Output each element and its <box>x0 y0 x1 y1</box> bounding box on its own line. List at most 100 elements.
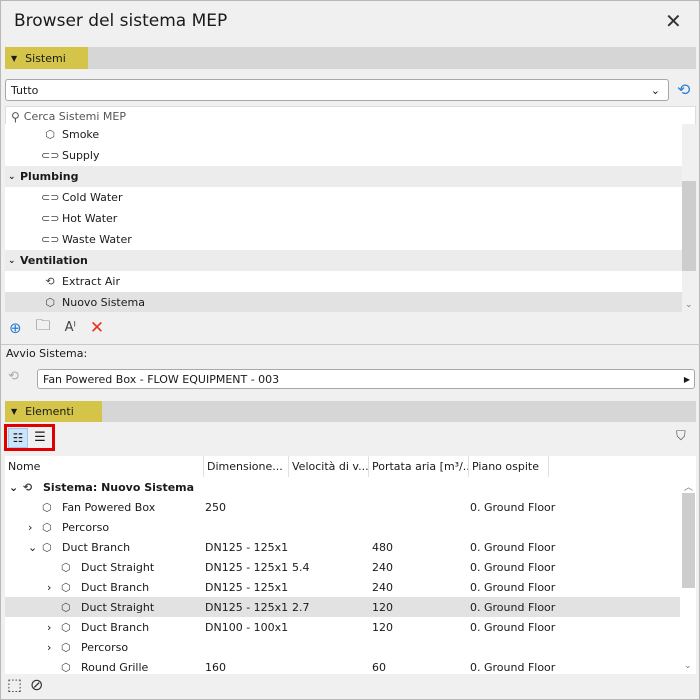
system-group[interactable]: ⌄ Ventilation <box>5 250 682 271</box>
duct-system-icon: ⬡ <box>45 128 55 141</box>
chevron-down-icon: ⌄ <box>8 255 16 266</box>
expand-open-icon[interactable]: ⌄ <box>9 481 23 494</box>
expand-closed-icon[interactable]: › <box>47 641 61 654</box>
cell-name: Fan Powered Box <box>62 500 156 514</box>
system-link-icon[interactable]: ⟲ <box>677 80 690 99</box>
pipe-system-icon: ⊂⊃ <box>41 191 60 204</box>
search-icon: ⚲ <box>11 109 20 124</box>
system-link-icon: ⟲ <box>23 480 33 494</box>
new-folder-icon[interactable]: 🗀 <box>36 315 51 340</box>
cell-piano: 0. Ground Floor <box>470 500 556 514</box>
column-header-portata[interactable]: Portata aria [m³/... <box>369 456 469 477</box>
column-header-nome[interactable]: Nome <box>5 456 204 477</box>
list-view-icon[interactable]: ☰ <box>30 428 50 448</box>
pipe-system-icon: ⊂⊃ <box>41 233 60 246</box>
chevron-down-icon: ⌄ <box>650 83 660 97</box>
system-label: Extract Air <box>62 275 120 288</box>
expand-closed-icon[interactable]: › <box>28 521 42 534</box>
column-header-velocita[interactable]: Velocità di v... <box>289 456 369 477</box>
table-row[interactable]: ⌄ ⬡ Duct Branch DN125 - 125x1 480 0. Gro… <box>5 537 680 557</box>
cell-velocita: 2.7 <box>292 600 310 614</box>
expand-closed-icon[interactable]: › <box>47 621 61 634</box>
close-icon[interactable]: ✕ <box>665 9 682 33</box>
add-system-icon[interactable]: ⊕ <box>9 319 22 337</box>
system-item[interactable]: ⬡ Nuovo Sistema <box>5 292 682 312</box>
elements-scrollbar[interactable]: ︿ ⌄ <box>680 477 696 674</box>
cell-piano: 0. Ground Floor <box>470 660 556 674</box>
rename-icon[interactable]: Aᴵ <box>65 320 76 335</box>
cell-portata: 240 <box>372 580 393 594</box>
pipe-system-icon: ⊂⊃ <box>41 149 60 162</box>
element-icon: ⬡ <box>42 500 52 514</box>
system-label: Cold Water <box>62 191 123 204</box>
elementi-header-label: Elementi <box>25 405 74 418</box>
delete-icon[interactable]: ✕ <box>90 318 104 338</box>
cell-portata: 120 <box>372 620 393 634</box>
system-label: Hot Water <box>62 212 118 225</box>
collapse-triangle-icon: ▼ <box>11 407 18 416</box>
cell-piano: 0. Ground Floor <box>470 600 556 614</box>
system-item[interactable]: ⟲ Extract Air <box>5 271 682 292</box>
table-row[interactable]: ⬡ Fan Powered Box 250 0. Ground Floor <box>5 497 680 517</box>
element-icon: ⬡ <box>61 560 71 574</box>
table-row[interactable]: ⬡ Duct Straight DN125 - 125x1 5.4 240 0.… <box>5 557 680 577</box>
element-icon: ⬡ <box>61 600 71 614</box>
system-label: Smoke <box>62 128 100 141</box>
element-icon: ⬡ <box>61 580 71 594</box>
cell-portata: 240 <box>372 560 393 574</box>
column-header-piano[interactable]: Piano ospite <box>469 456 549 477</box>
tree-view-icon[interactable]: ☷ <box>8 427 28 448</box>
group-label: Ventilation <box>20 254 88 267</box>
cell-piano: 0. Ground Floor <box>470 560 556 574</box>
cell-name: Duct Branch <box>81 620 150 634</box>
avvio-label: Avvio Sistema: <box>6 347 88 360</box>
system-item[interactable]: ⊂⊃ Supply <box>5 145 682 166</box>
column-header-dimensione[interactable]: Dimensione... <box>204 456 289 477</box>
cell-portata: 120 <box>372 600 393 614</box>
elementi-section-header[interactable]: ▼ Elementi <box>5 401 696 422</box>
table-row[interactable]: › ⬡ Duct Branch DN100 - 100x1 120 0. Gro… <box>5 617 680 637</box>
expand-closed-icon[interactable]: › <box>47 581 61 594</box>
cell-piano: 0. Ground Floor <box>470 580 556 594</box>
chevron-down-icon: ⌄ <box>8 171 16 182</box>
pipe-system-icon: ⊂⊃ <box>41 212 60 225</box>
cell-name: Duct Straight <box>81 560 155 574</box>
cell-dimensione: DN125 - 125x1 <box>205 560 289 574</box>
cell-name: Percorso <box>81 640 129 654</box>
table-header: Nome Dimensione... Velocità di v... Port… <box>5 456 696 477</box>
filter-settings-icon[interactable]: ⛉ <box>676 429 686 444</box>
system-filter-dropdown[interactable]: Tutto ⌄ <box>5 79 669 101</box>
table-row[interactable]: ⬡ Round Grille 160 60 0. Ground Floor <box>5 657 680 674</box>
table-row[interactable]: › ⬡ Percorso <box>5 517 680 537</box>
system-item[interactable]: ⬡ Smoke <box>5 124 682 145</box>
cell-name: Round Grille <box>81 660 149 674</box>
table-row[interactable]: › ⬡ Duct Branch DN125 - 125x1 240 0. Gro… <box>5 577 680 597</box>
divider <box>1 344 700 345</box>
system-label: Nuovo Sistema <box>62 296 145 309</box>
table-row[interactable]: ⬡ Duct Straight DN125 - 125x1 2.7 120 0.… <box>5 597 680 617</box>
table-row[interactable]: ⌄ ⟲ Sistema: Nuovo Sistema <box>5 477 680 497</box>
sistemi-section-header[interactable]: ▼ Sistemi <box>5 47 696 69</box>
system-link-icon: ⟲ <box>45 275 55 288</box>
select-in-model-icon[interactable]: ⬚ <box>7 675 22 694</box>
element-icon: ⬡ <box>42 540 52 554</box>
system-item[interactable]: ⊂⊃ Waste Water <box>5 229 682 250</box>
cell-name: Sistema: Nuovo Sistema <box>43 480 195 494</box>
system-group[interactable]: ⌄ Plumbing <box>5 166 682 187</box>
cell-dimensione: DN100 - 100x1 <box>205 620 289 634</box>
cell-dimensione: DN125 - 125x1 <box>205 600 289 614</box>
zoom-to-selection-icon[interactable]: ⊘ <box>30 675 43 694</box>
system-start-field[interactable]: Fan Powered Box - FLOW EQUIPMENT - 003 ▶ <box>37 369 695 389</box>
cell-portata: 60 <box>372 660 386 674</box>
systems-list: ⬡ Smoke ⊂⊃ Supply ⌄ Plumbing ⊂⊃ Cold Water ⊂⊃ Hot… <box>5 124 682 312</box>
cell-name: Percorso <box>62 520 110 534</box>
system-start-icon[interactable]: ⟲ <box>8 369 19 384</box>
expand-open-icon[interactable]: ⌄ <box>28 541 42 554</box>
table-row[interactable]: › ⬡ Percorso <box>5 637 680 657</box>
system-item[interactable]: ⊂⊃ Cold Water <box>5 187 682 208</box>
cell-name: Duct Branch <box>81 580 150 594</box>
systems-scrollbar[interactable]: ⌄ <box>682 124 696 312</box>
system-item[interactable]: ⊂⊃ Hot Water <box>5 208 682 229</box>
element-icon: ⬡ <box>61 660 71 674</box>
collapse-triangle-icon: ▼ <box>11 53 18 63</box>
